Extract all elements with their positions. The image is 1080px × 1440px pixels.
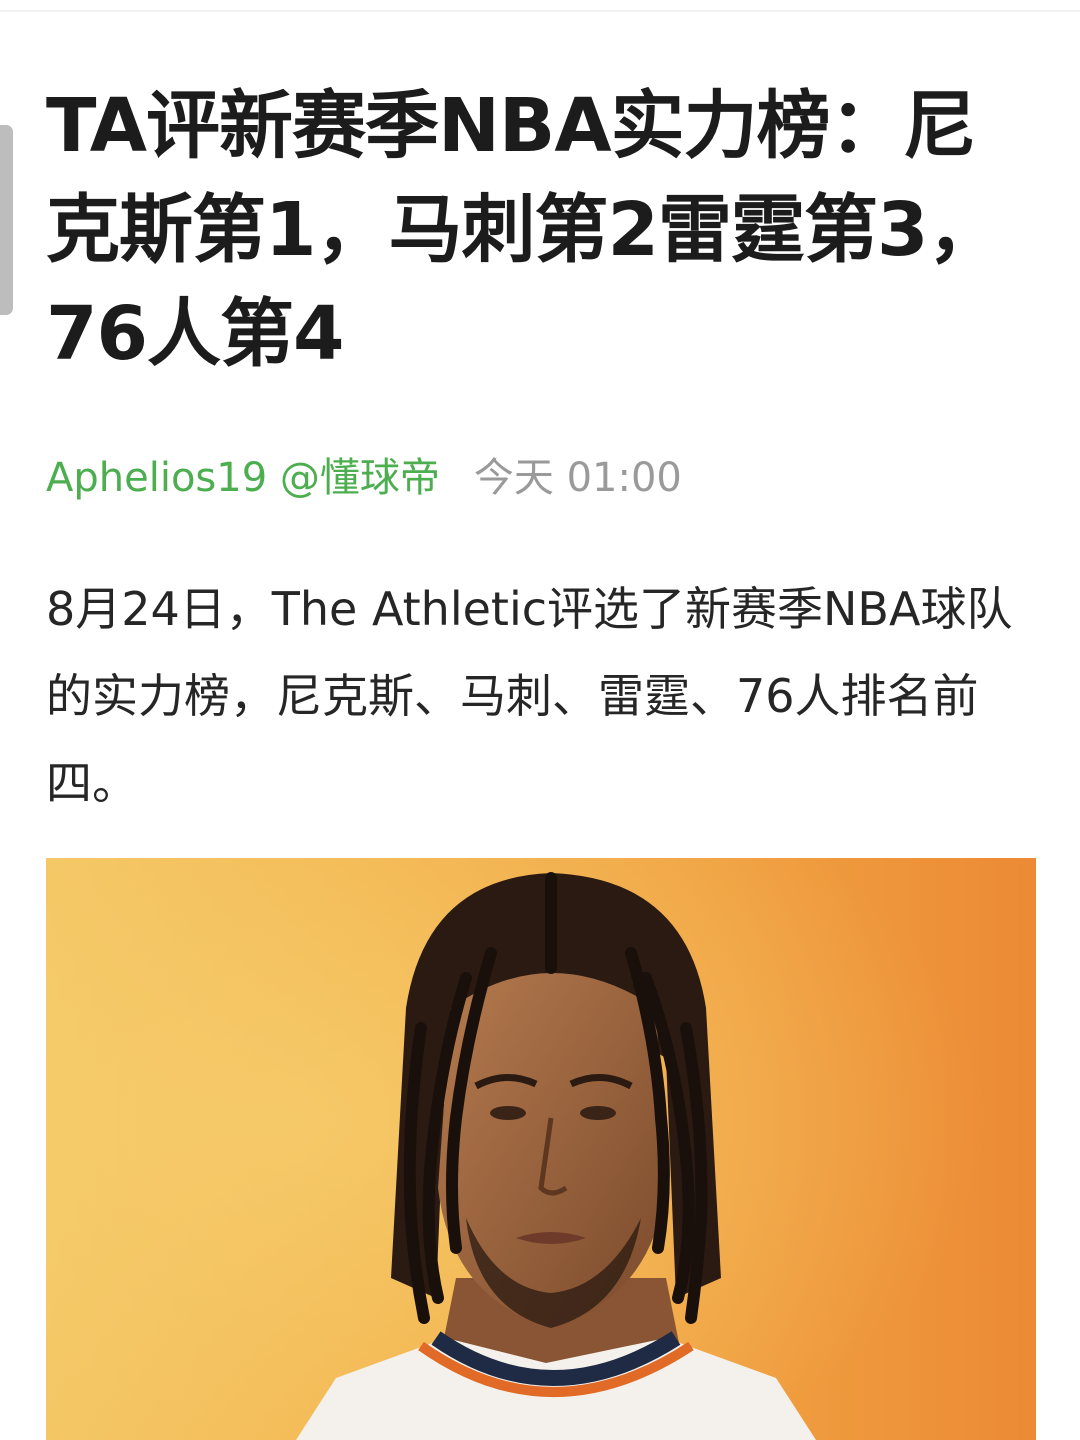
author-link[interactable]: Aphelios19 @懂球帝: [46, 445, 440, 503]
article-title: TA评新赛季NBA实力榜：尼克斯第1，马刺第2雷霆第3，76人第4: [46, 83, 1001, 377]
top-divider: [0, 10, 1080, 12]
player-photo[interactable]: [46, 858, 1036, 1440]
article-meta: Aphelios19 @懂球帝 今天 01:00: [46, 446, 1036, 502]
scroll-handle[interactable]: [0, 125, 13, 315]
article: TA评新赛季NBA实力榜：尼克斯第1，马刺第2雷霆第3，76人第4 Apheli…: [46, 74, 1036, 827]
article-body: 8月24日，The Athletic评选了新赛季NBA球队的实力榜，尼克斯、马刺…: [46, 582, 1013, 810]
publish-time: 今天 01:00: [473, 455, 682, 501]
